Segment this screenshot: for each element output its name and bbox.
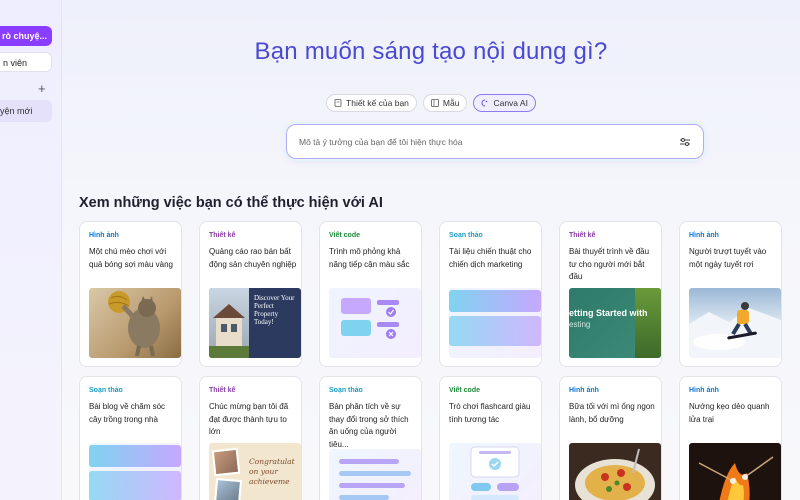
card-description: Một chú mèo chơi với quả bóng sợi màu và…: [89, 247, 173, 269]
pasta-photo-image: [569, 443, 661, 500]
card-description: Bữa tối với mì ống ngon lành, bổ dưỡng: [569, 402, 655, 424]
document-icon: [334, 99, 342, 107]
settings-sliders-icon[interactable]: [679, 136, 691, 148]
suggestion-card[interactable]: Soạn thảo Bài blog về chăm sóc cây trồng…: [79, 376, 182, 500]
card-description: Trình mô phỏng khả năng tiếp cận màu sắc: [329, 247, 410, 269]
card-category: Viết code: [329, 232, 360, 239]
template-icon: [431, 99, 439, 107]
chip-canva-ai[interactable]: Canva AI: [473, 94, 536, 112]
card-category: Hình ảnh: [689, 387, 719, 394]
photo-polaroid: [211, 447, 241, 477]
photo-polaroid: [213, 477, 243, 500]
sidebar-item-members[interactable]: n viên: [0, 52, 52, 72]
suggestion-card[interactable]: Hình ảnh Người trượt tuyết vào một ngày …: [679, 221, 782, 367]
card-description: Bài blog về chăm sóc cây trồng trong nhà: [89, 402, 166, 424]
add-icon[interactable]: +: [38, 82, 46, 96]
card-category: Thiết kế: [209, 387, 236, 394]
card-category: Hình ảnh: [689, 232, 719, 239]
slide-subtitle: esting: [569, 320, 591, 329]
chip-label: Thiết kế của bạn: [346, 98, 409, 108]
doc-lines-thumbnail: [329, 449, 421, 500]
sidebar-item-new-chat[interactable]: yện mới: [0, 100, 52, 122]
code-ui-thumbnail: [329, 288, 421, 358]
suggestion-card[interactable]: Soạn thảo Bản phân tích về sự thay đổi t…: [319, 376, 422, 500]
plant-photo: [635, 288, 661, 358]
chip-your-designs[interactable]: Thiết kế của bạn: [326, 94, 417, 112]
card-description: Trò chơi flashcard giàu tính tương tác: [449, 402, 531, 424]
main-content: Bạn muốn sáng tạo nội dung gì? Thiết kế …: [62, 0, 800, 500]
slide-title: etting Started with: [569, 308, 648, 318]
sidebar-item-chat[interactable]: rò chuyệ...: [0, 26, 52, 46]
congrats-text: Congratulat on your achieveme: [249, 457, 295, 486]
suggestion-card[interactable]: Viết code Trò chơi flashcard giàu tính t…: [439, 376, 542, 500]
card-category: Hình ảnh: [569, 387, 599, 394]
ad-headline: Discover Your Perfect Property Today!: [254, 294, 295, 326]
card-description: Chúc mừng bạn tôi đã đạt được thành tựu …: [209, 402, 289, 436]
house-photo: [209, 288, 249, 358]
section-title: Xem những việc bạn có thể thực hiện với …: [79, 195, 383, 211]
card-description: Nướng kẹo dẻo quanh lửa trại: [689, 402, 770, 424]
canva-ai-icon: [481, 99, 488, 107]
suggestion-card[interactable]: Soạn thảo Tài liệu chiến thuật cho chiến…: [439, 221, 542, 367]
congrats-card-thumbnail: Congratulat on your achieveme: [209, 443, 301, 500]
snowboard-photo-image: [689, 288, 781, 358]
card-category: Hình ảnh: [89, 232, 119, 239]
campfire-photo-image: [689, 443, 781, 500]
doc-ui-thumbnail: [449, 288, 541, 358]
suggestion-card[interactable]: Viết code Trình mô phỏng khả năng tiếp c…: [319, 221, 422, 367]
card-category: Viết code: [449, 387, 480, 394]
slide-thumbnail: etting Started with esting: [569, 288, 661, 358]
property-ad-thumbnail: Discover Your Perfect Property Today!: [209, 288, 301, 358]
sidebar: rò chuyệ... n viên + yện mới: [0, 0, 62, 500]
card-category: Soạn thảo: [449, 232, 483, 239]
suggestion-card[interactable]: Hình ảnh Nướng kẹo dẻo quanh lửa trại: [679, 376, 782, 500]
suggestion-card[interactable]: Thiết kế Bài thuyết trình về đầu tư cho …: [559, 221, 662, 367]
suggestion-card[interactable]: Thiết kế Chúc mừng bạn tôi đã đạt được t…: [199, 376, 302, 500]
suggestion-card[interactable]: Hình ảnh Bữa tối với mì ống ngon lành, b…: [559, 376, 662, 500]
card-description: Quảng cáo rao bán bất động sản chuyên ng…: [209, 247, 297, 269]
doc-ui-thumbnail: [89, 443, 181, 500]
chip-label: Mẫu: [442, 98, 460, 108]
prompt-input[interactable]: [299, 136, 679, 147]
card-category: Soạn thảo: [89, 387, 123, 394]
card-description: Tài liệu chiến thuật cho chiến dịch mark…: [449, 247, 532, 269]
mode-chips: Thiết kế của bạn Mẫu Canva AI: [62, 94, 800, 112]
flashcard-ui-thumbnail: [449, 443, 541, 500]
card-category: Soạn thảo: [329, 387, 363, 394]
card-description: Bản phân tích về sự thay đổi trong sở th…: [329, 402, 409, 449]
prompt-box: [286, 124, 704, 159]
card-description: Người trượt tuyết vào một ngày tuyết rơi: [689, 247, 767, 269]
card-description: Bài thuyết trình về đầu tư cho người mới…: [569, 247, 650, 281]
cat-photo-image: [89, 288, 181, 358]
chip-label: Canva AI: [493, 98, 528, 108]
chip-templates[interactable]: Mẫu: [422, 94, 468, 112]
card-category: Thiết kế: [209, 232, 236, 239]
suggestion-card[interactable]: Hình ảnh Một chú mèo chơi với quả bóng s…: [79, 221, 182, 367]
suggestion-card[interactable]: Thiết kế Quảng cáo rao bán bất động sản …: [199, 221, 302, 367]
page-title: Bạn muốn sáng tạo nội dung gì?: [254, 38, 608, 65]
card-category: Thiết kế: [569, 232, 596, 239]
